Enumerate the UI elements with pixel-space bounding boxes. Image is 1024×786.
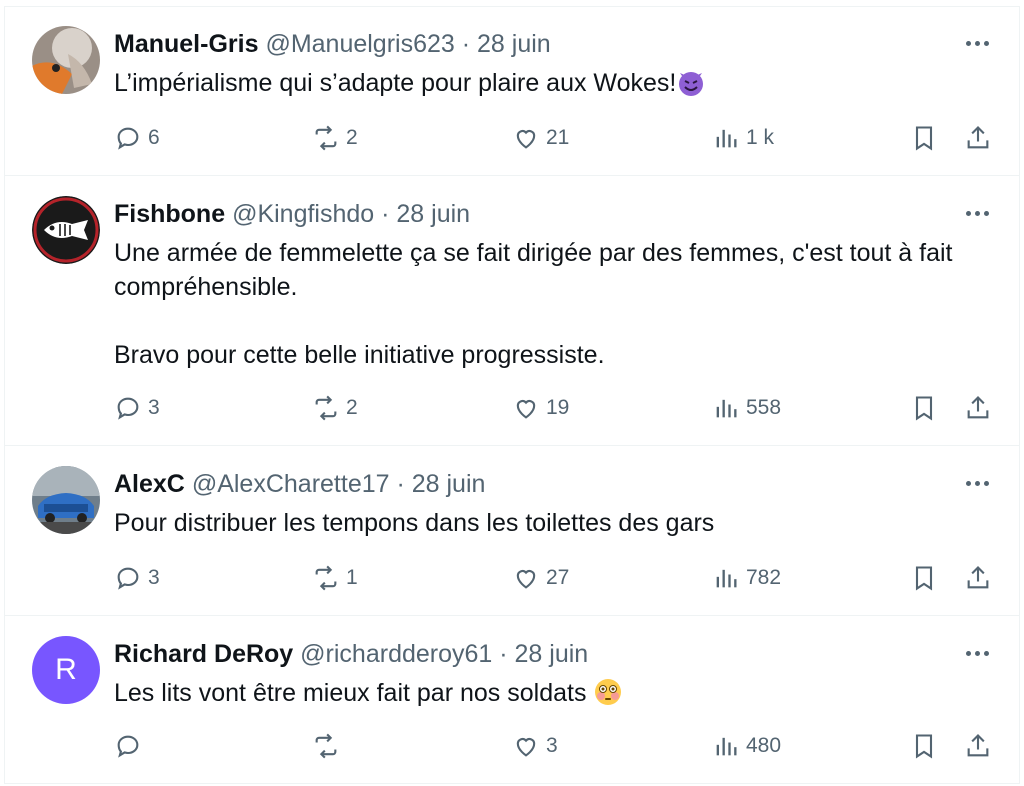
views-icon	[716, 569, 737, 588]
author-handle-date[interactable]: @richardderoy61 · 28 juin	[300, 640, 588, 668]
share-icon	[967, 566, 989, 589]
heart-icon	[516, 570, 536, 589]
like-count: 27	[546, 566, 570, 589]
like-count: 3	[546, 734, 558, 757]
avatar[interactable]: R	[32, 636, 100, 704]
reply-header: Manuel-Gris @Manuelgris623 · 28 juin	[114, 28, 551, 60]
reply-button[interactable]	[114, 726, 148, 766]
views-icon	[716, 737, 737, 756]
heart-icon	[516, 130, 536, 149]
repost-button[interactable]	[312, 726, 346, 766]
reply-tweet[interactable]: Manuel-Gris @Manuelgris623 · 28 juin L’i…	[4, 6, 1020, 176]
like-button[interactable]: 21	[512, 118, 569, 158]
reply-icon	[117, 127, 139, 150]
bookmark-icon	[915, 126, 933, 151]
reply-text: Les lits vont être mieux fait par nos so…	[114, 676, 994, 710]
avatar[interactable]	[32, 196, 100, 264]
reply-button[interactable]: 6	[114, 118, 160, 158]
reply-text: L’impérialisme qui s’adapte pour plaire …	[114, 66, 994, 100]
reply-tweet[interactable]: AlexC @AlexCharette17 · 28 juin Pour dis…	[4, 446, 1020, 616]
reply-header: Richard DeRoy @richardderoy61 · 28 juin	[114, 638, 588, 670]
reply-button[interactable]: 3	[114, 558, 160, 598]
reply-header: Fishbone @Kingfishdo · 28 juin	[114, 198, 470, 230]
author-name[interactable]: Fishbone	[114, 200, 225, 228]
avatar-letter: R	[55, 653, 77, 686]
reply-icon	[117, 567, 139, 590]
author-name[interactable]: AlexC	[114, 470, 185, 498]
more-options-button[interactable]	[960, 196, 994, 230]
views-button[interactable]: 480	[712, 726, 781, 766]
more-options-button[interactable]	[960, 466, 994, 500]
views-button[interactable]: 782	[712, 558, 781, 598]
action-bar: 3 1 27 782	[114, 558, 1004, 598]
repost-icon	[315, 565, 337, 591]
share-button[interactable]	[964, 558, 992, 598]
share-button[interactable]	[964, 388, 992, 428]
repost-button[interactable]: 2	[312, 118, 358, 158]
views-button[interactable]: 558	[712, 388, 781, 428]
reply-icon	[117, 397, 139, 420]
views-button[interactable]: 1 k	[712, 118, 774, 158]
author-name[interactable]: Manuel-Gris	[114, 30, 258, 58]
bookmark-button[interactable]	[910, 558, 938, 598]
heart-icon	[516, 400, 536, 419]
like-count: 19	[546, 396, 570, 419]
view-count: 558	[746, 396, 782, 419]
action-bar: 3 2 19 558	[114, 388, 1004, 428]
reply-header: AlexC @AlexCharette17 · 28 juin	[114, 468, 485, 500]
share-icon	[967, 396, 989, 419]
like-button[interactable]: 27	[512, 558, 569, 598]
author-handle-date[interactable]: @Kingfishdo · 28 juin	[232, 200, 470, 228]
repost-icon	[315, 733, 337, 759]
views-icon	[716, 399, 737, 418]
share-button[interactable]	[964, 726, 992, 766]
reply-text: Pour distribuer les tempons dans les toi…	[114, 509, 715, 537]
repost-count: 2	[346, 126, 358, 149]
reply-count: 6	[148, 126, 160, 149]
bookmark-button[interactable]	[910, 118, 938, 158]
flushed-face-emoji	[595, 679, 622, 705]
more-options-button[interactable]	[960, 636, 994, 670]
heart-icon	[516, 738, 536, 757]
smiling-devil-emoji	[679, 72, 704, 96]
bookmark-button[interactable]	[910, 726, 938, 766]
share-icon	[967, 734, 989, 757]
reply-button[interactable]: 3	[114, 388, 160, 428]
reply-icon	[117, 735, 139, 758]
bookmark-icon	[915, 396, 933, 421]
repost-button[interactable]: 2	[312, 388, 358, 428]
share-icon	[967, 126, 989, 149]
repost-icon	[315, 125, 337, 151]
bookmark-icon	[915, 734, 933, 759]
reply-text: Une armée de femmelette ça se fait dirig…	[114, 239, 953, 369]
repost-button[interactable]: 1	[312, 558, 358, 598]
more-options-button[interactable]	[960, 26, 994, 60]
bookmark-button[interactable]	[910, 388, 938, 428]
avatar[interactable]	[32, 26, 100, 94]
action-bar: 3 480	[114, 726, 1004, 766]
like-button[interactable]: 19	[512, 388, 569, 428]
avatar[interactable]	[32, 466, 100, 534]
reply-tweet[interactable]: Fishbone @Kingfishdo · 28 juin Une armée…	[4, 176, 1020, 446]
share-button[interactable]	[964, 118, 992, 158]
views-icon	[716, 129, 737, 148]
view-count: 1 k	[746, 126, 775, 149]
author-handle-date[interactable]: @Manuelgris623 · 28 juin	[265, 30, 550, 58]
repost-count: 2	[346, 396, 358, 419]
repost-count: 1	[346, 566, 358, 589]
reply-tweet[interactable]: R Richard DeRoy @richardderoy61 · 28 jui…	[4, 616, 1020, 784]
action-bar: 6 2 21 1 k	[114, 118, 1004, 158]
like-count: 21	[546, 126, 570, 149]
reply-count: 3	[148, 566, 160, 589]
like-button[interactable]: 3	[512, 726, 558, 766]
author-name[interactable]: Richard DeRoy	[114, 640, 293, 668]
reply-count: 3	[148, 396, 160, 419]
author-handle-date[interactable]: @AlexCharette17 · 28 juin	[192, 470, 486, 498]
repost-icon	[315, 395, 337, 421]
view-count: 782	[746, 566, 782, 589]
bookmark-icon	[915, 566, 933, 591]
view-count: 480	[746, 734, 782, 757]
